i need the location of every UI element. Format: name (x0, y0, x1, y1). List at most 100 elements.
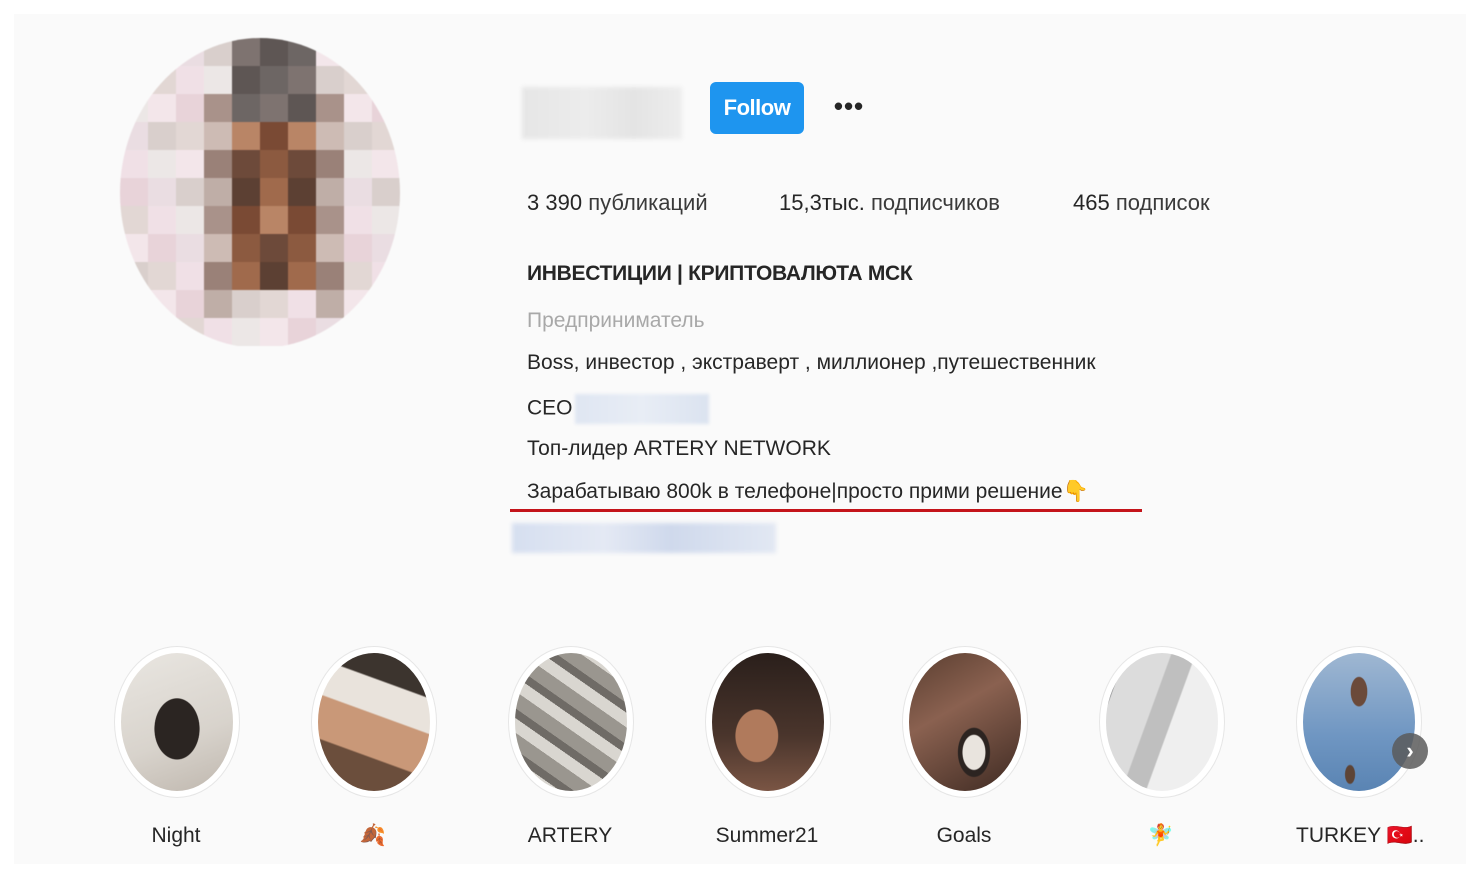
highlight-fairy-image (1106, 653, 1218, 791)
avatar-pixel (204, 178, 232, 206)
avatar-pixel (148, 206, 176, 234)
avatar-pixel (120, 150, 148, 178)
highlight-summer21[interactable]: Summer21 (705, 646, 831, 848)
highlight-goals-image (909, 653, 1021, 791)
highlight-night[interactable]: Night (114, 646, 240, 848)
avatar-pixel (344, 318, 372, 346)
followers-count[interactable]: 15,3тыс. подписчиков (779, 190, 1000, 216)
avatar-pixel (176, 122, 204, 150)
avatar-pixel (204, 94, 232, 122)
avatar-pixel (120, 122, 148, 150)
avatar-pixel (288, 122, 316, 150)
avatar-pixel (372, 206, 400, 234)
avatar-pixel (148, 178, 176, 206)
avatar-pixel (120, 290, 148, 318)
avatar-pixel (260, 150, 288, 178)
avatar-pixel (176, 206, 204, 234)
avatar-pixel (204, 122, 232, 150)
highlight-label: 🧚 (1147, 824, 1175, 847)
posts-count[interactable]: 3 390 публикаций (527, 190, 708, 216)
avatar-pixel (204, 206, 232, 234)
avatar-pixel (344, 150, 372, 178)
avatar-pixel (260, 94, 288, 122)
avatar-pixel (372, 122, 400, 150)
ceo-mention-redacted[interactable] (574, 394, 709, 424)
avatar-pixel (316, 150, 344, 178)
avatar-pixel (232, 94, 260, 122)
highlight-ring (311, 646, 437, 798)
avatar-pixel (232, 150, 260, 178)
avatar-pixel (232, 318, 260, 346)
highlight-night-image (121, 653, 233, 791)
avatar-pixel (372, 178, 400, 206)
avatar-pixel (204, 66, 232, 94)
highlight-label: Goals (936, 824, 992, 847)
avatar-pixel (120, 66, 148, 94)
avatar-pixel (204, 262, 232, 290)
highlight-ring (1099, 646, 1225, 798)
avatar-pixel (204, 38, 232, 66)
bio-link-redacted[interactable] (512, 523, 776, 553)
avatar-pixel (232, 262, 260, 290)
avatar-pixel (372, 318, 400, 346)
avatar-pixel (232, 38, 260, 66)
avatar-pixel (260, 262, 288, 290)
avatar-pixel (372, 150, 400, 178)
avatar-pixel (120, 234, 148, 262)
avatar-pixel (288, 262, 316, 290)
avatar-pixel (344, 122, 372, 150)
avatar-pixel (344, 234, 372, 262)
avatar-pixel (288, 234, 316, 262)
avatar-pixel (316, 94, 344, 122)
avatar-pixel (344, 66, 372, 94)
avatar-pixel (120, 318, 148, 346)
avatar-pixel (120, 178, 148, 206)
follow-button[interactable]: Follow (710, 82, 804, 134)
highlight-goals[interactable]: Goals (902, 646, 1028, 848)
highlight-autumn[interactable]: 🍂 (311, 646, 437, 848)
highlight-label: Night (151, 824, 201, 847)
avatar-pixel (372, 38, 400, 66)
avatar-pixel (344, 38, 372, 66)
avatar-pixel (344, 262, 372, 290)
avatar-pixel (372, 262, 400, 290)
avatar-pixel (176, 290, 204, 318)
avatar-pixel (288, 150, 316, 178)
avatar-pixel (232, 178, 260, 206)
highlight-fairy[interactable]: 🧚 (1099, 646, 1225, 848)
more-options-icon[interactable]: ••• (830, 88, 868, 124)
avatar-pixel (288, 94, 316, 122)
avatar-pixel (120, 206, 148, 234)
following-count-number: 465 (1073, 190, 1110, 215)
avatar-pixel (260, 206, 288, 234)
avatar-pixel (176, 150, 204, 178)
highlight-artery[interactable]: ARTERY (508, 646, 634, 848)
avatar-pixel (176, 234, 204, 262)
highlight-turkey-image (1303, 653, 1415, 791)
avatar-pixel (148, 66, 176, 94)
avatar-pixel (344, 178, 372, 206)
avatar-pixel (148, 94, 176, 122)
avatar-pixel (176, 38, 204, 66)
following-count[interactable]: 465 подписок (1073, 190, 1210, 216)
avatar-pixel (316, 66, 344, 94)
avatar-pixel (176, 178, 204, 206)
avatar-pixel (148, 290, 176, 318)
avatar-pixel (120, 262, 148, 290)
chevron-right-icon[interactable]: › (1392, 733, 1428, 769)
bio-line-1: Boss, инвестор , экстраверт , миллионер … (527, 351, 1096, 374)
avatar-pixel (288, 66, 316, 94)
avatar-pixel (232, 206, 260, 234)
avatar-pixel (316, 290, 344, 318)
following-count-label: подписок (1115, 190, 1210, 215)
followers-count-label: подписчиков (870, 190, 1000, 215)
avatar-pixel (288, 38, 316, 66)
avatar-pixel (372, 66, 400, 94)
profile-avatar[interactable] (120, 38, 400, 348)
red-underline-annotation (510, 509, 1142, 512)
highlight-label: ARTERY (527, 824, 613, 847)
bio-line-4: Зарабатываю 800k в телефоне|просто прими… (527, 480, 1089, 503)
avatar-pixel (344, 290, 372, 318)
avatar-pixel (288, 178, 316, 206)
avatar-pixel (148, 122, 176, 150)
